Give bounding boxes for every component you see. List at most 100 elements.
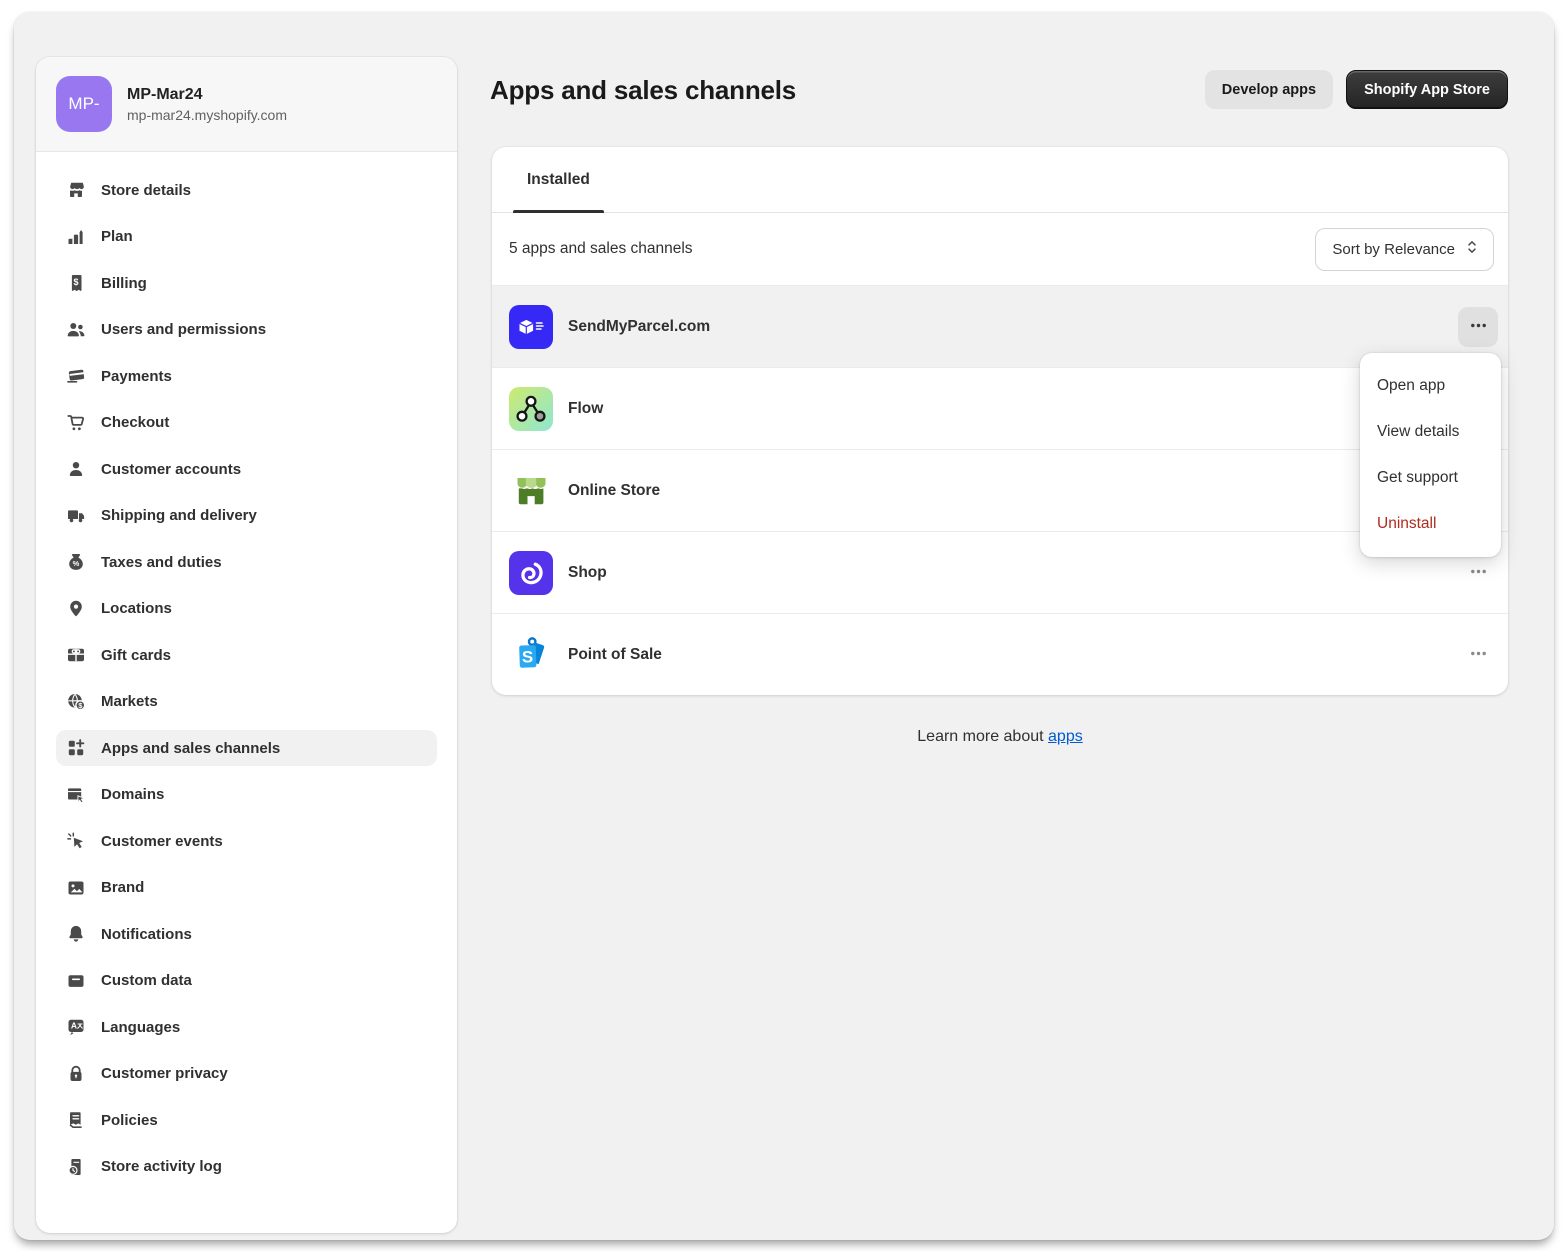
online-store-app-icon	[509, 469, 553, 513]
updown-chevron-icon	[1463, 238, 1481, 260]
tab-bar: Installed	[492, 147, 1508, 213]
sidebar-item-label: Taxes and duties	[101, 554, 222, 571]
store-name: MP-Mar24	[127, 86, 287, 104]
store-avatar-initials: MP-	[68, 94, 99, 114]
sidebar-item-label: Notifications	[101, 926, 192, 943]
svg-text:$: $	[73, 277, 78, 287]
menu-item-view-details[interactable]: View details	[1360, 409, 1501, 455]
sidebar-item-checkout[interactable]: Checkout	[56, 405, 437, 441]
menu-item-open-app[interactable]: Open app	[1360, 363, 1501, 409]
app-name: Online Store	[568, 482, 660, 500]
sidebar-item-shipping-and-delivery[interactable]: Shipping and delivery	[56, 498, 437, 534]
sidebar-item-policies[interactable]: Policies	[56, 1102, 437, 1138]
sidebar-item-label: Store details	[101, 182, 191, 199]
sidebar-item-store-details[interactable]: Store details	[56, 172, 437, 208]
sidebar-item-custom-data[interactable]: Custom data	[56, 963, 437, 999]
app-name: SendMyParcel.com	[568, 318, 710, 336]
sidebar-item-billing[interactable]: $ Billing	[56, 265, 437, 301]
privacy-lock-icon	[66, 1064, 86, 1084]
app-name: Flow	[568, 400, 603, 418]
sidebar-item-label: Domains	[101, 786, 164, 803]
sort-button[interactable]: Sort by Relevance	[1315, 228, 1494, 271]
store-details-icon	[66, 180, 86, 200]
app-row-point-of-sale[interactable]: SPoint of Sale	[492, 613, 1508, 695]
sidebar-item-label: Policies	[101, 1112, 158, 1129]
payments-icon	[66, 366, 86, 386]
app-row-shop[interactable]: Shop	[492, 531, 1508, 613]
sidebar-item-label: Customer accounts	[101, 461, 241, 478]
notifications-bell-icon	[66, 924, 86, 944]
sidebar-item-label: Shipping and delivery	[101, 507, 257, 524]
markets-globe-icon: $	[66, 692, 86, 712]
custom-data-icon	[66, 971, 86, 991]
sidebar-item-payments[interactable]: Payments	[56, 358, 437, 394]
menu-item-uninstall[interactable]: Uninstall	[1360, 501, 1501, 547]
sidebar-item-label: Brand	[101, 879, 144, 896]
sidebar-item-taxes-and-duties[interactable]: % Taxes and duties	[56, 544, 437, 580]
sidebar-item-label: Checkout	[101, 414, 169, 431]
plan-icon	[66, 227, 86, 247]
settings-nav: Store details Plan $ Billing Users and permi…	[36, 152, 457, 1185]
ellipsis-icon	[1469, 316, 1488, 338]
brand-image-icon	[66, 878, 86, 898]
sidebar-item-gift-cards[interactable]: Gift cards	[56, 637, 437, 673]
sidebar-item-label: Payments	[101, 368, 172, 385]
svg-text:%: %	[73, 559, 80, 568]
app-name: Shop	[568, 564, 607, 582]
sidebar-item-store-activity-log[interactable]: Store activity log	[56, 1149, 437, 1185]
sidebar-item-users-and-permissions[interactable]: Users and permissions	[56, 312, 437, 348]
sidebar-item-notifications[interactable]: Notifications	[56, 916, 437, 952]
sidebar-item-languages[interactable]: ALanguages	[56, 1009, 437, 1045]
sidebar-item-label: Languages	[101, 1019, 180, 1036]
header-buttons: Develop apps Shopify App Store	[1205, 70, 1508, 109]
ellipsis-icon	[1469, 644, 1488, 666]
sidebar-item-customer-accounts[interactable]: Customer accounts	[56, 451, 437, 487]
sidebar-item-label: Locations	[101, 600, 172, 617]
shopify-app-store-button[interactable]: Shopify App Store	[1346, 70, 1508, 109]
sidebar-item-domains[interactable]: Domains	[56, 777, 437, 813]
sidebar-item-apps-and-sales-channels[interactable]: Apps and sales channels	[56, 730, 437, 766]
app-row-sendmyparcel-com[interactable]: SendMyParcel.com	[492, 285, 1508, 367]
store-info: MP-Mar24 mp-mar24.myshopify.com	[127, 86, 287, 123]
row-actions-button[interactable]	[1458, 307, 1498, 347]
settings-window: MP- MP-Mar24 mp-mar24.myshopify.com Stor…	[14, 12, 1554, 1240]
list-header: 5 apps and sales channels Sort by Releva…	[492, 213, 1508, 285]
sidebar-item-label: Customer privacy	[101, 1065, 228, 1082]
row-actions-button[interactable]	[1458, 553, 1498, 593]
billing-icon: $	[66, 273, 86, 293]
customer-events-icon	[66, 831, 86, 851]
activity-log-icon	[66, 1157, 86, 1177]
tab-installed[interactable]: Installed	[513, 147, 604, 212]
sidebar-item-label: Apps and sales channels	[101, 740, 280, 757]
sidebar-item-label: Gift cards	[101, 647, 171, 664]
app-row-flow[interactable]: Flow	[492, 367, 1508, 449]
checkout-cart-icon	[66, 413, 86, 433]
apps-help-link[interactable]: apps	[1048, 728, 1083, 745]
apps-list: SendMyParcel.com Flow Online Store Shop SPoi…	[492, 285, 1508, 695]
app-row-online-store[interactable]: Online Store	[492, 449, 1508, 531]
shipping-truck-icon	[66, 506, 86, 526]
gift-card-icon	[66, 645, 86, 665]
menu-item-get-support[interactable]: Get support	[1360, 455, 1501, 501]
page-title: Apps and sales channels	[490, 75, 796, 106]
sidebar-item-plan[interactable]: Plan	[56, 219, 437, 255]
sidebar-item-label: Custom data	[101, 972, 192, 989]
customer-accounts-icon	[66, 459, 86, 479]
sidebar-item-label: Users and permissions	[101, 321, 266, 338]
row-actions-button[interactable]	[1458, 635, 1498, 675]
sidebar-item-label: Billing	[101, 275, 147, 292]
develop-apps-button[interactable]: Develop apps	[1205, 70, 1333, 109]
sidebar-item-label: Plan	[101, 228, 133, 245]
sort-label: Sort by Relevance	[1332, 241, 1455, 258]
store-domain: mp-mar24.myshopify.com	[127, 107, 287, 123]
sidebar-item-label: Markets	[101, 693, 158, 710]
settings-sidebar: MP- MP-Mar24 mp-mar24.myshopify.com Stor…	[36, 57, 457, 1233]
sidebar-item-customer-privacy[interactable]: Customer privacy	[56, 1056, 437, 1092]
sidebar-item-locations[interactable]: Locations	[56, 591, 437, 627]
sidebar-item-brand[interactable]: Brand	[56, 870, 437, 906]
sidebar-item-customer-events[interactable]: Customer events	[56, 823, 437, 859]
location-pin-icon	[66, 599, 86, 619]
app-name: Point of Sale	[568, 646, 662, 664]
taxes-icon: %	[66, 552, 86, 572]
sidebar-item-markets[interactable]: $ Markets	[56, 684, 437, 720]
